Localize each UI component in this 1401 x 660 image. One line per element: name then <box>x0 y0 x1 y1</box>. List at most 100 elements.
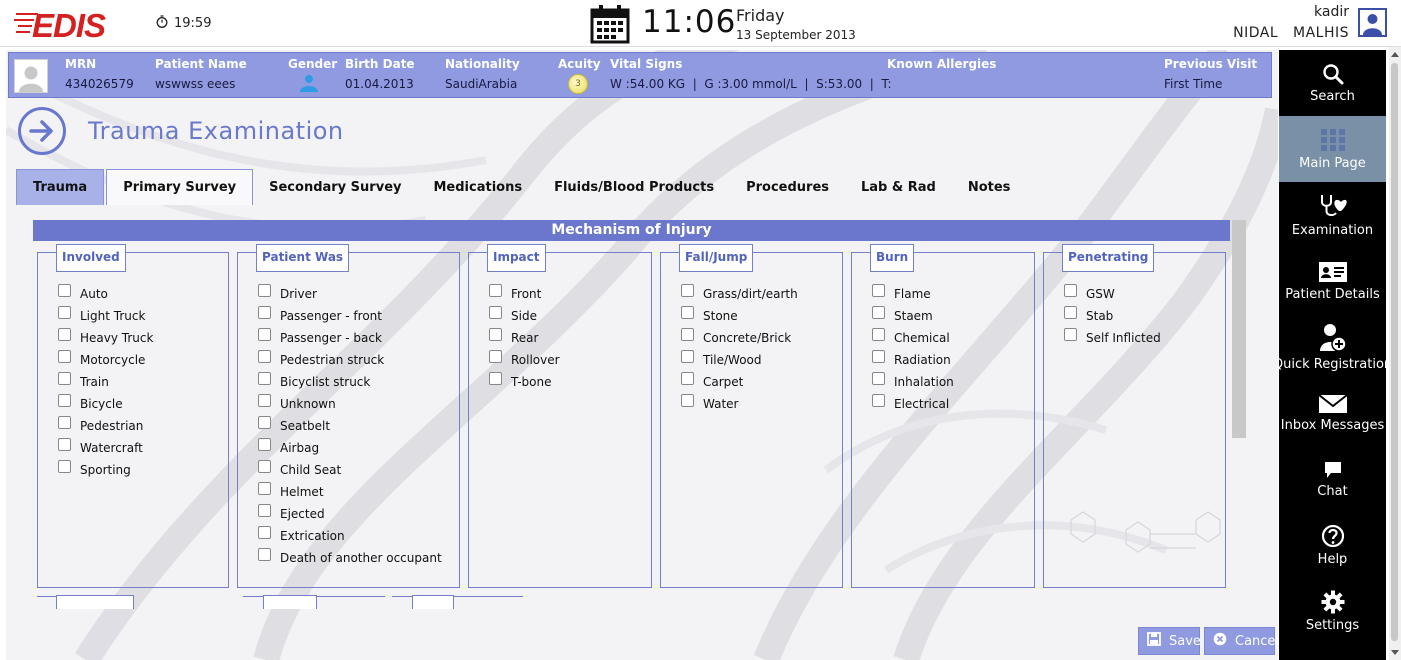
checkbox[interactable] <box>1064 305 1077 319</box>
option-row[interactable]: Auto <box>58 283 153 305</box>
sidebar-item-settings[interactable]: Settings <box>1279 578 1386 644</box>
option-row[interactable]: Helmet <box>258 481 442 503</box>
option-row[interactable]: Stab <box>1064 305 1161 327</box>
checkbox[interactable] <box>1064 327 1077 341</box>
checkbox[interactable] <box>489 283 502 297</box>
option-row[interactable]: Ejected <box>258 503 442 525</box>
checkbox[interactable] <box>872 393 885 407</box>
checkbox[interactable] <box>58 305 71 319</box>
checkbox[interactable] <box>58 327 71 341</box>
sidebar-item-patient-details[interactable]: Patient Details <box>1279 248 1386 314</box>
option-row[interactable]: Passenger - front <box>258 305 442 327</box>
tab-fluids-blood-products[interactable]: Fluids/Blood Products <box>538 169 730 205</box>
option-row[interactable]: Driver <box>258 283 442 305</box>
user-avatar-icon[interactable] <box>1358 8 1387 37</box>
option-row[interactable]: Motorcycle <box>58 349 153 371</box>
checkbox[interactable] <box>258 371 271 385</box>
tab-notes[interactable]: Notes <box>952 169 1027 205</box>
tab-secondary-survey[interactable]: Secondary Survey <box>253 169 417 205</box>
option-row[interactable]: Extrication <box>258 525 442 547</box>
option-row[interactable]: Front <box>489 283 560 305</box>
sidebar-item-main-page[interactable]: Main Page <box>1279 116 1386 182</box>
option-row[interactable]: Electrical <box>872 393 954 415</box>
sidebar-item-quick-registration[interactable]: Quick Registration <box>1279 314 1386 380</box>
checkbox[interactable] <box>489 349 502 363</box>
option-row[interactable]: Train <box>58 371 153 393</box>
page-scrollbar[interactable] <box>1389 47 1401 660</box>
checkbox[interactable] <box>872 327 885 341</box>
checkbox[interactable] <box>681 327 694 341</box>
checkbox[interactable] <box>681 305 694 319</box>
option-row[interactable]: Light Truck <box>58 305 153 327</box>
tab-trauma[interactable]: Trauma <box>16 169 105 205</box>
option-row[interactable]: Pedestrian struck <box>258 349 442 371</box>
sidebar-item-inbox-messages[interactable]: Inbox Messages <box>1279 380 1386 446</box>
checkbox[interactable] <box>58 283 71 297</box>
option-row[interactable]: Tile/Wood <box>681 349 798 371</box>
tab-medications[interactable]: Medications <box>417 169 538 205</box>
option-row[interactable]: Inhalation <box>872 371 954 393</box>
checkbox[interactable] <box>681 393 694 407</box>
option-row[interactable]: Rear <box>489 327 560 349</box>
checkbox[interactable] <box>872 371 885 385</box>
option-row[interactable]: Concrete/Brick <box>681 327 798 349</box>
checkbox[interactable] <box>258 547 271 561</box>
sidebar-item-search[interactable]: Search <box>1279 50 1386 116</box>
option-row[interactable]: Child Seat <box>258 459 442 481</box>
checkbox[interactable] <box>258 393 271 407</box>
checkbox[interactable] <box>872 305 885 319</box>
checkbox[interactable] <box>489 371 502 385</box>
scroll-up-arrow-icon[interactable] <box>1391 52 1399 57</box>
sidebar-item-examination[interactable]: Examination <box>1279 182 1386 248</box>
checkbox[interactable] <box>58 393 71 407</box>
checkbox[interactable] <box>872 283 885 297</box>
tab-primary-survey[interactable]: Primary Survey <box>106 169 254 205</box>
option-row[interactable]: Seatbelt <box>258 415 442 437</box>
checkbox[interactable] <box>258 437 271 451</box>
option-row[interactable]: Chemical <box>872 327 954 349</box>
save-button[interactable]: Save <box>1138 627 1201 655</box>
scrollbar-thumb[interactable] <box>1391 63 1398 641</box>
option-row[interactable]: Side <box>489 305 560 327</box>
option-row[interactable]: T-bone <box>489 371 560 393</box>
option-row[interactable]: Carpet <box>681 371 798 393</box>
checkbox[interactable] <box>681 283 694 297</box>
option-row[interactable]: Self Inflicted <box>1064 327 1161 349</box>
scroll-down-arrow-icon[interactable] <box>1391 650 1399 655</box>
option-row[interactable]: Grass/dirt/earth <box>681 283 798 305</box>
checkbox[interactable] <box>681 371 694 385</box>
checkbox[interactable] <box>681 349 694 363</box>
content-scrollbar[interactable] <box>1232 220 1246 438</box>
checkbox[interactable] <box>258 525 271 539</box>
cancel-button[interactable]: Cancel <box>1204 627 1278 655</box>
checkbox[interactable] <box>258 305 271 319</box>
arrow-right-icon[interactable] <box>18 107 66 155</box>
option-row[interactable]: Flame <box>872 283 954 305</box>
option-row[interactable]: Passenger - back <box>258 327 442 349</box>
option-row[interactable]: Watercraft <box>58 437 153 459</box>
checkbox[interactable] <box>489 327 502 341</box>
option-row[interactable]: Pedestrian <box>58 415 153 437</box>
checkbox[interactable] <box>872 349 885 363</box>
checkbox[interactable] <box>58 415 71 429</box>
checkbox[interactable] <box>489 305 502 319</box>
option-row[interactable]: Sporting <box>58 459 153 481</box>
checkbox[interactable] <box>58 437 71 451</box>
option-row[interactable]: Staem <box>872 305 954 327</box>
tab-lab-rad[interactable]: Lab & Rad <box>845 169 952 205</box>
option-row[interactable]: Water <box>681 393 798 415</box>
checkbox[interactable] <box>258 415 271 429</box>
option-row[interactable]: Death of another occupant <box>258 547 442 569</box>
checkbox[interactable] <box>258 349 271 363</box>
option-row[interactable]: Radiation <box>872 349 954 371</box>
tab-procedures[interactable]: Procedures <box>730 169 845 205</box>
option-row[interactable]: Rollover <box>489 349 560 371</box>
checkbox[interactable] <box>258 283 271 297</box>
sidebar-item-help[interactable]: Help <box>1279 512 1386 578</box>
checkbox[interactable] <box>1064 283 1077 297</box>
sidebar-item-chat[interactable]: Chat <box>1279 446 1386 512</box>
checkbox[interactable] <box>258 481 271 495</box>
option-row[interactable]: Airbag <box>258 437 442 459</box>
checkbox[interactable] <box>258 459 271 473</box>
option-row[interactable]: Unknown <box>258 393 442 415</box>
